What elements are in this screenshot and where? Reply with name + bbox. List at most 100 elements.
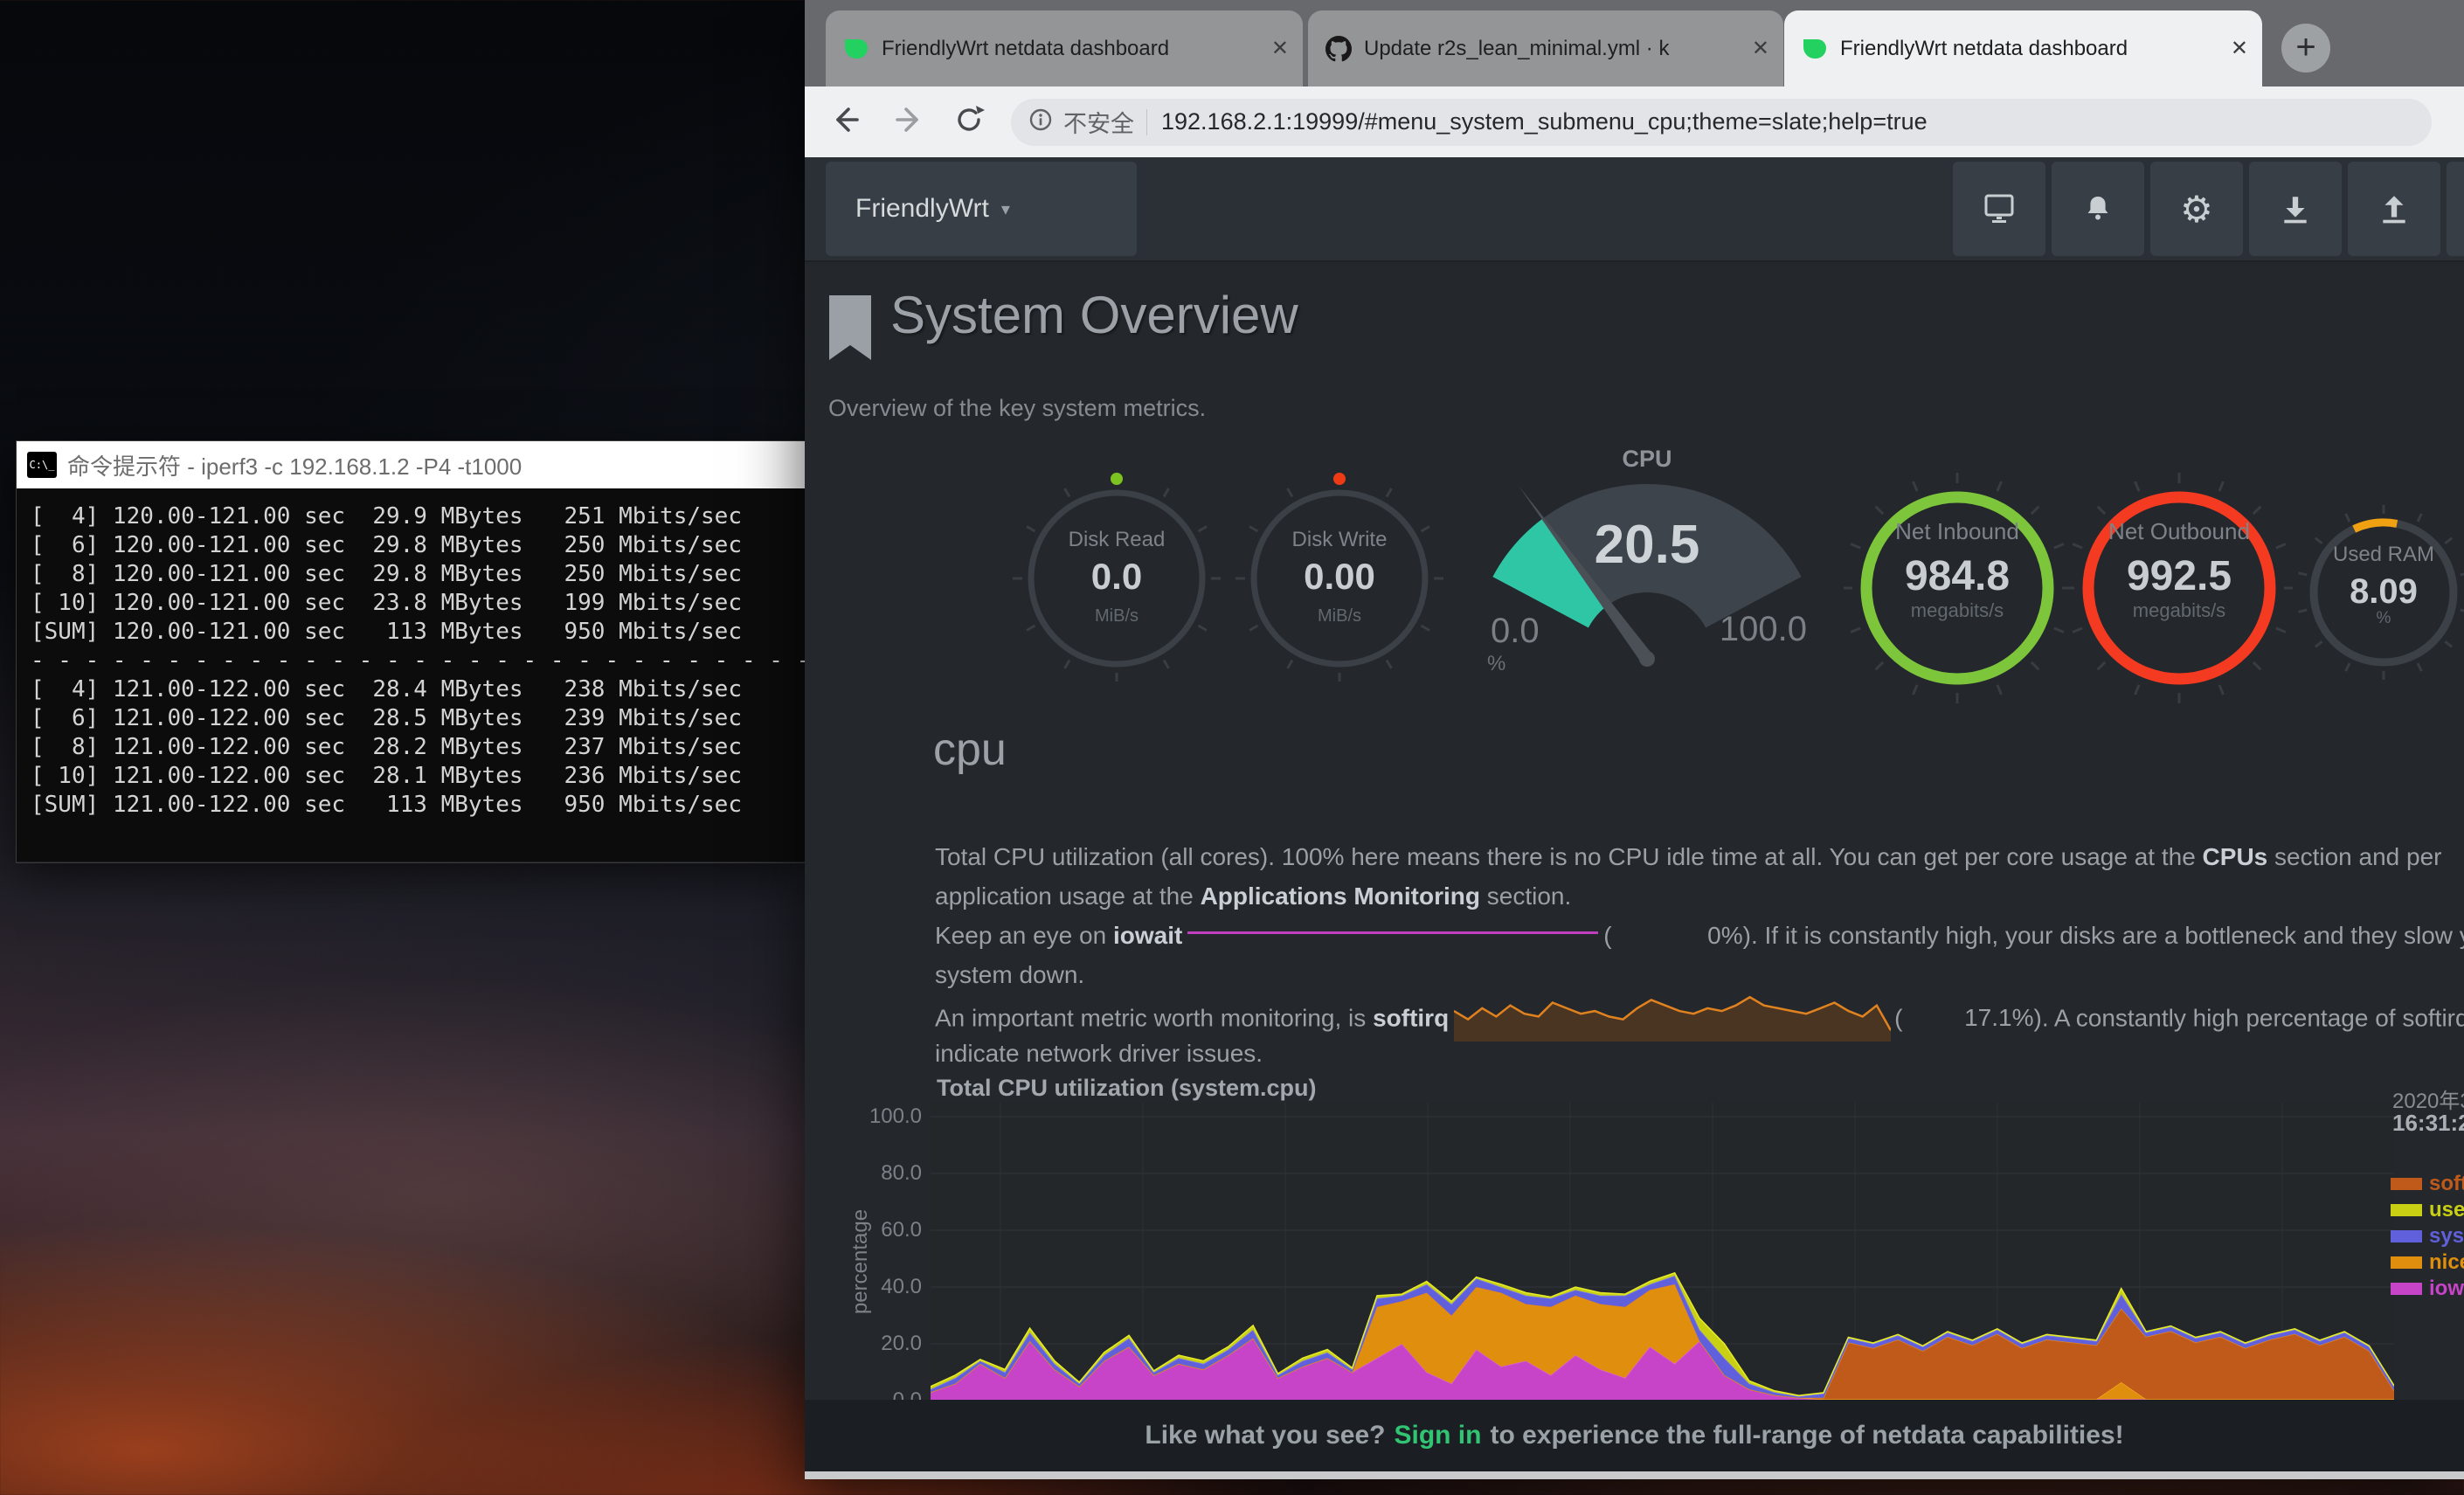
signin-banner: Like what you see? Sign in to experience…	[805, 1400, 2464, 1471]
host-selector-dropdown[interactable]: FriendlyWrt ▾	[826, 162, 1137, 256]
sign-in-link[interactable]: Sign in	[1394, 1421, 1481, 1450]
netdata-page: FriendlyWrt ▾ ⚙ System Overview O	[805, 157, 2464, 1471]
tab-github-update-yml[interactable]: Update r2s_lean_minimal.yml · k ✕	[1308, 10, 1783, 87]
desktop-wallpaper: { "terminal": { "title": "命令提示符 - iperf3…	[0, 0, 2464, 1495]
gauge-value: 0.0	[1012, 556, 1222, 598]
legend-swatch	[2391, 1204, 2422, 1216]
gauge-label: Disk Write	[1235, 528, 1444, 552]
gauge-units: %	[1487, 652, 1505, 676]
gauge-min: 0.0	[1491, 612, 1540, 651]
gauge-max: 100.0	[1720, 610, 1807, 649]
reload-button[interactable]	[950, 100, 988, 143]
gear-icon: ⚙	[2180, 188, 2213, 231]
settings-button[interactable]: ⚙	[2150, 162, 2243, 256]
chart-title: Total CPU utilization (system.cpu)	[937, 1075, 1317, 1102]
signin-text: Like what you see?	[1145, 1421, 1385, 1450]
gauge-value: 8.09	[2296, 572, 2464, 612]
gauge-net-inbound[interactable]: Net Inbound 984.8 megabits/s	[1844, 461, 2071, 710]
upload-icon	[2377, 192, 2411, 225]
gauge-label: Net Inbound	[1844, 518, 2071, 545]
export-settings-button[interactable]	[2348, 162, 2440, 256]
legend-item-system[interactable]: system	[2391, 1225, 2464, 1248]
tab-friendlywrt-dashboard-1[interactable]: FriendlyWrt netdata dashboard ✕	[826, 10, 1303, 87]
y-tick-label: 40.0	[881, 1275, 922, 1299]
gauge-net-outbound[interactable]: Net Outbound 992.5 megabits/s	[2066, 461, 2293, 710]
browser-window: FriendlyWrt netdata dashboard ✕ Update r…	[805, 0, 2464, 1479]
new-tab-button[interactable]: +	[2281, 24, 2330, 73]
omnibox-divider	[1146, 109, 1147, 135]
legend-swatch	[2391, 1178, 2422, 1190]
help-text: (	[1603, 922, 1611, 949]
legend-item-iowait[interactable]: iowait	[2391, 1277, 2464, 1300]
download-icon	[2279, 192, 2312, 225]
legend-item-softirq[interactable]: softirq	[2391, 1173, 2464, 1195]
gauge-label: CPU	[1485, 446, 1809, 473]
help-text: ). A constantly high percentage of softi…	[2034, 1004, 2464, 1031]
help-button-partial[interactable]	[2447, 162, 2464, 256]
legend-item-user[interactable]: user	[2391, 1199, 2464, 1222]
gauge-label: Net Outbound	[2066, 518, 2293, 545]
cmd-prompt-icon: C:\_	[27, 452, 57, 478]
iowait-value: 0%	[1612, 916, 1743, 955]
terminal-window: C:\_ 命令提示符 - iperf3 -c 192.168.1.2 -P4 -…	[16, 440, 806, 863]
security-label[interactable]: 不安全	[1063, 105, 1134, 139]
help-text: system down.	[935, 961, 1084, 988]
browser-toolbar: 不安全 192.168.2.1:19999/#menu_system_subme…	[805, 87, 2464, 157]
legend-swatch	[2391, 1283, 2422, 1295]
close-icon[interactable]: ✕	[1752, 36, 1769, 61]
back-button[interactable]	[827, 100, 866, 143]
legend-swatch	[2391, 1230, 2422, 1242]
gauge-cpu[interactable]: CPU 20.5 0.0 100.0 %	[1485, 439, 1809, 688]
legend-item-nice[interactable]: nice	[2391, 1251, 2464, 1274]
netdata-icon	[843, 36, 869, 62]
github-icon	[1325, 36, 1352, 62]
url-text[interactable]: 192.168.2.1:19999/#menu_system_submenu_c…	[1161, 108, 1928, 135]
help-text: ). If it is constantly high, your disks …	[1743, 922, 2464, 949]
tab-title: Update r2s_lean_minimal.yml · k	[1364, 37, 1741, 61]
y-tick-label: 80.0	[881, 1161, 922, 1186]
cpu-section-heading: cpu	[933, 723, 1007, 776]
chart-time: 16:31:2	[2392, 1110, 2464, 1137]
gauge-units: MiB/s	[1235, 606, 1444, 626]
signin-text: to experience the full-range of netdata …	[1490, 1421, 2123, 1450]
gauge-disk-write[interactable]: Disk Write 0.00 MiB/s	[1235, 463, 1444, 682]
y-tick-label: 20.0	[881, 1332, 922, 1356]
gauge-used-ram[interactable]: Used RAM 8.09 %	[2296, 488, 2464, 693]
tab-title: FriendlyWrt netdata dashboard	[1840, 37, 2220, 61]
gauge-value: 20.5	[1485, 514, 1809, 576]
help-text: application usage at the	[935, 882, 1201, 910]
close-icon[interactable]: ✕	[2231, 36, 2248, 61]
softirq-sparkline	[1449, 1004, 1894, 1031]
terminal-titlebar[interactable]: C:\_ 命令提示符 - iperf3 -c 192.168.1.2 -P4 -…	[17, 441, 805, 488]
forward-button[interactable]	[889, 100, 927, 143]
tab-strip: FriendlyWrt netdata dashboard ✕ Update r…	[805, 0, 2464, 87]
cpu-utilization-chart[interactable]	[931, 1103, 2394, 1401]
softirq-label: softirq	[1373, 1004, 1449, 1031]
help-text: indicate network driver issues.	[935, 1040, 1263, 1067]
gauge-disk-read[interactable]: Disk Read 0.0 MiB/s	[1012, 463, 1222, 682]
chevron-down-icon: ▾	[1001, 198, 1010, 220]
bookmark-section-icon	[826, 295, 875, 370]
site-info-icon[interactable]	[1028, 107, 1053, 136]
cpus-link[interactable]: CPUs	[2203, 843, 2268, 870]
gauge-label: Used RAM	[2296, 543, 2464, 567]
print-dashboard-button[interactable]	[1953, 162, 2045, 256]
cpu-help-text: Total CPU utilization (all cores). 100% …	[935, 837, 2464, 1073]
help-text: (	[1894, 1004, 1902, 1031]
address-bar[interactable]: 不安全 192.168.2.1:19999/#menu_system_subme…	[1011, 99, 2432, 146]
terminal-output: [ 4] 120.00-121.00 sec 29.9 MBytes 251 M…	[31, 502, 805, 820]
gauge-units: megabits/s	[1844, 599, 2071, 622]
gauge-value: 0.00	[1235, 556, 1444, 598]
netdata-header: FriendlyWrt ▾ ⚙	[805, 157, 2464, 262]
iowait-sparkline	[1187, 931, 1598, 938]
close-icon[interactable]: ✕	[1271, 36, 1289, 61]
help-text: Keep an eye on	[935, 922, 1113, 949]
tab-friendlywrt-dashboard-2[interactable]: FriendlyWrt netdata dashboard ✕	[1784, 10, 2262, 87]
help-text: Total CPU utilization (all cores). 100% …	[935, 843, 2203, 870]
applications-monitoring-link[interactable]: Applications Monitoring	[1201, 882, 1480, 910]
bell-icon	[2080, 192, 2115, 225]
import-settings-button[interactable]	[2249, 162, 2342, 256]
gauge-units: MiB/s	[1012, 606, 1222, 626]
alarms-button[interactable]	[2052, 162, 2144, 256]
host-name: FriendlyWrt	[855, 194, 989, 224]
